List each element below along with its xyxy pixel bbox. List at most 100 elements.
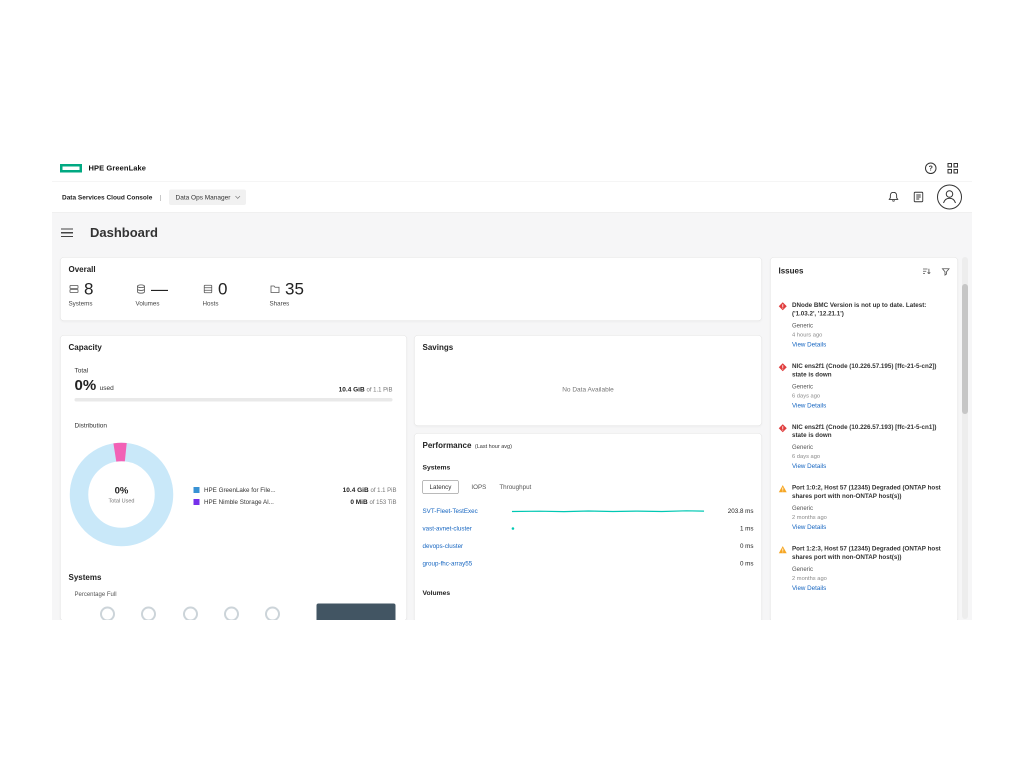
capacity-used-label: used [100, 384, 114, 392]
issue-item: Port 1:2:3, Host 57 (12345) Degraded (ON… [779, 545, 951, 593]
legend-label-file: HPE GreenLake for File... [204, 486, 338, 493]
issue-item: DNode BMC Version is not up to date. Lat… [779, 301, 951, 349]
sort-icon[interactable] [922, 267, 932, 277]
stat-systems: 8 Systems [69, 281, 136, 308]
perf-row: vast-avnet-cluster 1 ms [423, 520, 754, 538]
system-gauge [141, 607, 156, 621]
issue-item: NIC ens2f1 (Cnode (10.226.57.193) [ffc-2… [779, 423, 951, 471]
donut-caption: Total Used [109, 498, 135, 504]
chart-tooltip [317, 604, 396, 621]
legend-used-nimble: 0 MiB [350, 498, 367, 506]
view-details-link[interactable]: View Details [792, 524, 826, 531]
issue-category: Generic [792, 444, 951, 451]
grid-cell [954, 163, 959, 168]
help-icon[interactable]: ? [925, 162, 937, 174]
donut-percent: 0% [115, 485, 129, 496]
issue-item: Port 1:0:2, Host 57 (12345) Degraded (ON… [779, 484, 951, 532]
view-details-link[interactable]: View Details [792, 584, 826, 591]
issue-category: Generic [792, 505, 951, 512]
volumes-label: Volumes [136, 300, 203, 307]
latency-value: 0 ms [706, 560, 754, 567]
console-header: Data Services Cloud Console | Data Ops M… [52, 181, 972, 213]
app-selector-dropdown[interactable]: Data Ops Manager [169, 189, 246, 205]
breadcrumb: Data Services Cloud Console | Data Ops M… [62, 189, 246, 205]
user-avatar[interactable] [937, 185, 962, 210]
latency-value: 203.8 ms [706, 507, 754, 514]
system-gauge [100, 607, 115, 621]
legend-swatch-file [194, 487, 200, 493]
capacity-used-value: 10.4 GiB [339, 386, 365, 394]
top-header: HPE GreenLake ? [52, 155, 972, 181]
app-launcher-icon[interactable] [948, 163, 959, 174]
menu-icon[interactable] [61, 228, 73, 237]
critical-diamond-icon [779, 423, 788, 471]
latency-sparkline [510, 557, 706, 570]
capacity-of-total: of 1.1 PiB [366, 386, 392, 393]
critical-diamond-icon [779, 301, 788, 349]
stat-shares: 35 Shares [270, 281, 337, 308]
filter-icon[interactable] [941, 267, 951, 277]
hosts-label: Hosts [203, 300, 270, 307]
tab-throughput[interactable]: Throughput [499, 484, 531, 491]
latency-sparkline [510, 522, 706, 535]
system-link[interactable]: group-fhc-array55 [423, 560, 511, 567]
legend-total-file: of 1.1 PiB [370, 487, 396, 494]
hosts-count: 0 [218, 281, 227, 298]
tab-iops[interactable]: IOPS [471, 484, 486, 491]
system-gauge [265, 607, 280, 621]
overall-title: Overall [69, 266, 754, 275]
warning-triangle-icon [779, 484, 788, 532]
savings-card: Savings No Data Available [414, 335, 762, 426]
issues-panel: Issues [770, 257, 958, 620]
legend-value-nimble: 0 MiB of 153 TiB [350, 498, 396, 506]
capacity-usage-value: 10.4 GiB of 1.1 PiB [339, 386, 393, 394]
systems-count: 8 [84, 281, 93, 298]
issues-list: DNode BMC Version is not up to date. Lat… [779, 301, 951, 592]
chevron-down-icon [235, 194, 240, 199]
grid-cell [954, 169, 959, 174]
issues-title: Issues [779, 267, 922, 276]
capacity-donut-chart: 0% Total Used [69, 442, 174, 547]
issue-title: DNode BMC Version is not up to date. Lat… [792, 301, 951, 318]
view-details-link[interactable]: View Details [792, 341, 826, 348]
scrollbar-track [962, 257, 968, 619]
performance-card: Performance (Last hour avg) Systems Late… [414, 433, 762, 620]
legend-row-file: HPE GreenLake for File... 10.4 GiB of 1.… [194, 486, 397, 495]
warning-triangle-icon [779, 545, 788, 593]
tab-latency[interactable]: Latency [423, 480, 459, 494]
scrollbar-thumb[interactable] [962, 284, 968, 414]
latency-value: 0 ms [706, 542, 754, 549]
hpe-logo-icon [60, 164, 82, 173]
issue-item: NIC ens2f1 (Cnode (10.226.57.195) [ffc-2… [779, 362, 951, 410]
critical-diamond-icon [779, 362, 788, 410]
issue-time: 6 days ago [792, 454, 951, 460]
issue-time: 4 hours ago [792, 332, 951, 338]
view-details-link[interactable]: View Details [792, 463, 826, 470]
distribution-label: Distribution [75, 422, 399, 430]
performance-systems-label: Systems [423, 464, 754, 472]
greenlake-app: HPE GreenLake ? Data Services Cloud Cons… [52, 155, 972, 620]
grid-cell [948, 163, 953, 168]
issue-category: Generic [792, 322, 951, 329]
issue-title: NIC ens2f1 (Cnode (10.226.57.195) [ffc-2… [792, 362, 951, 379]
system-link[interactable]: devops-cluster [423, 542, 511, 549]
legend-total-nimble: of 153 TiB [369, 499, 396, 506]
volumes-count: — [151, 281, 168, 298]
system-link[interactable]: vast-avnet-cluster [423, 525, 511, 532]
systems-icon [69, 284, 80, 295]
savings-title: Savings [423, 344, 754, 353]
perf-row: devops-cluster 0 ms [423, 537, 754, 555]
perf-row: group-fhc-array55 0 ms [423, 555, 754, 573]
whats-new-icon[interactable] [912, 191, 925, 204]
percentage-full-label: Percentage Full [75, 591, 117, 598]
brand-link[interactable]: HPE GreenLake [60, 164, 146, 173]
notifications-bell-icon[interactable] [887, 191, 900, 204]
system-link[interactable]: SVT-Fleet-TestExec [423, 507, 511, 514]
perf-row: SVT-Fleet-TestExec 203.8 ms [423, 502, 754, 520]
issue-category: Generic [792, 383, 951, 390]
app-selector-label: Data Ops Manager [176, 193, 231, 201]
legend-swatch-nimble [194, 499, 200, 505]
view-details-link[interactable]: View Details [792, 402, 826, 409]
latency-value: 1 ms [706, 525, 754, 532]
capacity-progress-bar [75, 398, 393, 402]
